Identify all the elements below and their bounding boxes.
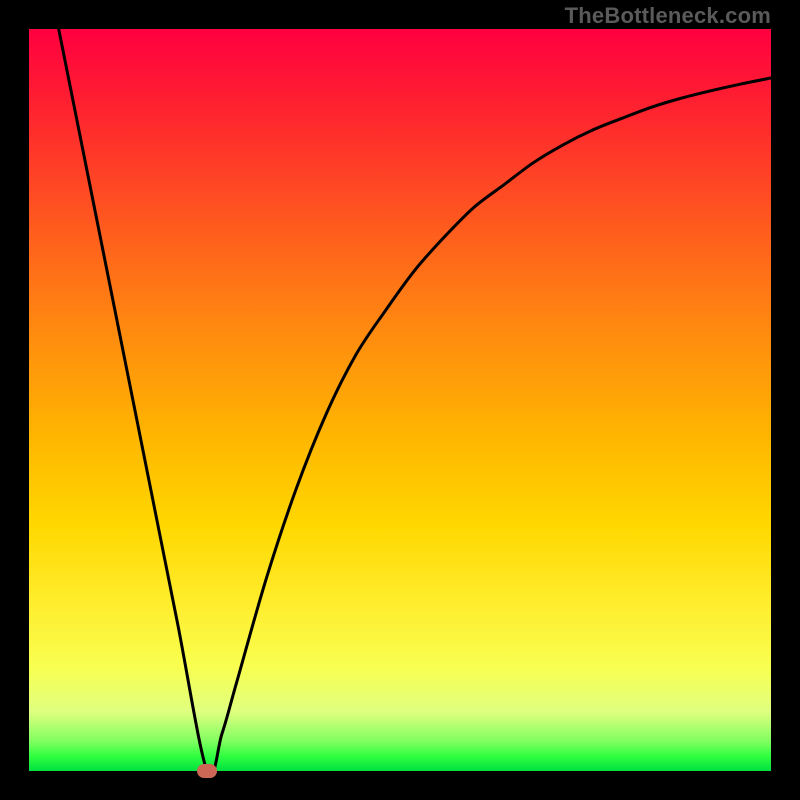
chart-container: TheBottleneck.com bbox=[0, 0, 800, 800]
plot-gradient-background bbox=[29, 29, 771, 771]
attribution-watermark: TheBottleneck.com bbox=[565, 3, 771, 29]
optimal-point-marker bbox=[197, 764, 217, 778]
